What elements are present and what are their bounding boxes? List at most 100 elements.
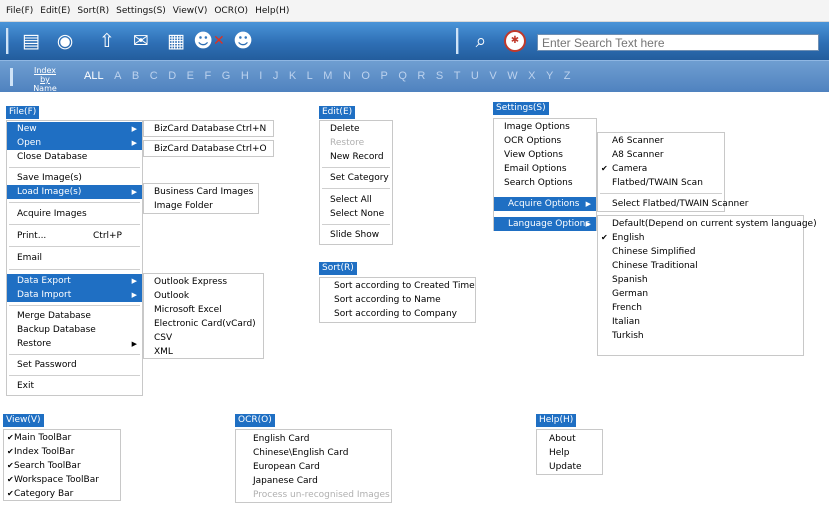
menubar-settings[interactable]: Settings(S) bbox=[116, 6, 166, 16]
menu-item-slide-show[interactable]: Slide Show bbox=[320, 228, 392, 242]
group-icon[interactable]: ☻ bbox=[228, 26, 258, 56]
menu-item-sort-created-time[interactable]: Sort according to Created Time bbox=[320, 279, 475, 293]
menu-item-open[interactable]: Open ▶ bbox=[7, 136, 142, 150]
menu-item-a8-scanner[interactable]: A8 Scanner bbox=[598, 148, 724, 162]
menu-item-email-options[interactable]: Email Options bbox=[494, 162, 596, 176]
menu-item-select-flatbed-scanner[interactable]: Select Flatbed/TWAIN Scanner bbox=[598, 197, 748, 211]
export-icon[interactable]: ✉ bbox=[126, 26, 156, 56]
menu-item-language-french[interactable]: French bbox=[598, 301, 803, 315]
menu-item-data-import[interactable]: Data Import ▶ bbox=[7, 288, 142, 302]
edit-menu-title[interactable]: Edit(E) bbox=[319, 106, 356, 119]
index-letter-w[interactable]: W bbox=[507, 70, 517, 82]
menu-item-search-toolbar[interactable]: ✔ Search ToolBar bbox=[4, 459, 120, 473]
menu-item-open-bizcard-database[interactable]: BizCard Database Ctrl+O bbox=[144, 142, 273, 156]
menubar-edit[interactable]: Edit(E) bbox=[40, 6, 70, 16]
scan-card-icon[interactable]: ▤ bbox=[16, 26, 46, 56]
index-letter-l[interactable]: L bbox=[307, 70, 313, 82]
index-letter-c[interactable]: C bbox=[150, 70, 158, 82]
sort-menu-title[interactable]: Sort(R) bbox=[319, 262, 357, 275]
index-letter-all[interactable]: ALL bbox=[84, 70, 104, 82]
menu-item-outlook[interactable]: Outlook bbox=[144, 289, 263, 303]
file-menu-title[interactable]: File(F) bbox=[6, 106, 40, 119]
index-by-name-link[interactable]: Index by Name bbox=[30, 66, 60, 93]
menu-item-close-database[interactable]: Close Database bbox=[7, 150, 142, 164]
menubar-ocr[interactable]: OCR(O) bbox=[214, 6, 248, 16]
index-letter-r[interactable]: R bbox=[417, 70, 425, 82]
menu-item-language-german[interactable]: German bbox=[598, 287, 803, 301]
index-letter-e[interactable]: E bbox=[187, 70, 194, 82]
menu-item-about[interactable]: About bbox=[537, 432, 602, 446]
menu-item-english-card[interactable]: English Card bbox=[236, 432, 391, 446]
menu-item-xml[interactable]: XML bbox=[144, 345, 263, 359]
menu-item-european-card[interactable]: European Card bbox=[236, 460, 391, 474]
index-letter-f[interactable]: F bbox=[205, 70, 212, 82]
menu-item-ocr-options[interactable]: OCR Options bbox=[494, 134, 596, 148]
menu-item-outlook-express[interactable]: Outlook Express bbox=[144, 275, 263, 289]
menu-item-print[interactable]: Print... Ctrl+P bbox=[7, 229, 142, 243]
menu-item-delete[interactable]: Delete bbox=[320, 122, 392, 136]
menu-item-language-chinese-simplified[interactable]: Chinese Simplified bbox=[598, 245, 803, 259]
search-icon[interactable]: ⌕ bbox=[466, 26, 496, 56]
menu-item-save-images[interactable]: Save Image(s) bbox=[7, 171, 142, 185]
menu-item-exit[interactable]: Exit bbox=[7, 379, 142, 393]
menu-item-view-options[interactable]: View Options bbox=[494, 148, 596, 162]
menu-item-image-options[interactable]: Image Options bbox=[494, 120, 596, 134]
menu-item-japanese-card[interactable]: Japanese Card bbox=[236, 474, 391, 488]
settings-menu-title[interactable]: Settings(S) bbox=[493, 102, 549, 115]
menu-item-email[interactable]: Email bbox=[7, 251, 142, 265]
menu-item-index-toolbar[interactable]: ✔ Index ToolBar bbox=[4, 445, 120, 459]
menu-item-search-options[interactable]: Search Options bbox=[494, 176, 596, 190]
menubar-view[interactable]: View(V) bbox=[173, 6, 208, 16]
menubar-file[interactable]: File(F) bbox=[6, 6, 33, 16]
menu-item-csv[interactable]: CSV bbox=[144, 331, 263, 345]
index-letter-b[interactable]: B bbox=[132, 70, 139, 82]
index-letter-o[interactable]: O bbox=[361, 70, 370, 82]
index-letter-m[interactable]: M bbox=[323, 70, 332, 82]
menu-item-merge-database[interactable]: Merge Database bbox=[7, 309, 142, 323]
menu-item-workspace-toolbar[interactable]: ✔ Workspace ToolBar bbox=[4, 473, 120, 487]
menu-item-select-none[interactable]: Select None bbox=[320, 207, 392, 221]
card-view-icon[interactable]: ▦ bbox=[161, 26, 191, 56]
menu-item-vcard[interactable]: Electronic Card(vCard) bbox=[144, 317, 263, 331]
menu-item-backup-database[interactable]: Backup Database bbox=[7, 323, 142, 337]
menu-item-category-bar[interactable]: ✔ Category Bar bbox=[4, 487, 120, 501]
menu-item-set-category[interactable]: Set Category bbox=[320, 171, 392, 185]
menu-item-language-turkish[interactable]: Turkish bbox=[598, 329, 803, 343]
menu-item-language-options[interactable]: Language Options ▶ bbox=[494, 217, 596, 231]
menu-item-language-english[interactable]: ✔ English bbox=[598, 231, 803, 245]
menu-item-restore-record[interactable]: Restore bbox=[320, 136, 392, 150]
ocr-menu-title[interactable]: OCR(O) bbox=[235, 414, 275, 427]
menu-item-process-unrecognised[interactable]: Process un-recognised Images bbox=[236, 488, 391, 502]
menu-item-load-images[interactable]: Load Image(s) ▶ bbox=[7, 185, 142, 199]
menu-item-image-folder[interactable]: Image Folder bbox=[144, 199, 258, 213]
index-letter-h[interactable]: H bbox=[241, 70, 249, 82]
search-input[interactable] bbox=[537, 34, 819, 51]
menu-item-sort-company[interactable]: Sort according to Company bbox=[320, 307, 475, 321]
index-letter-a[interactable]: A bbox=[114, 70, 121, 82]
menu-item-a6-scanner[interactable]: A6 Scanner bbox=[598, 134, 724, 148]
index-letter-x[interactable]: X bbox=[528, 70, 535, 82]
index-letter-t[interactable]: T bbox=[454, 70, 461, 82]
import-icon[interactable]: ⇧ bbox=[92, 26, 122, 56]
index-letter-z[interactable]: Z bbox=[564, 70, 571, 82]
menu-item-microsoft-excel[interactable]: Microsoft Excel bbox=[144, 303, 263, 317]
index-letter-p[interactable]: P bbox=[380, 70, 387, 82]
index-letter-q[interactable]: Q bbox=[398, 70, 407, 82]
index-letter-g[interactable]: G bbox=[222, 70, 231, 82]
index-letter-i[interactable]: I bbox=[259, 70, 262, 82]
indexbar-grip[interactable] bbox=[10, 68, 13, 86]
menu-item-language-italian[interactable]: Italian bbox=[598, 315, 803, 329]
menu-item-language-spanish[interactable]: Spanish bbox=[598, 273, 803, 287]
index-letter-u[interactable]: U bbox=[471, 70, 479, 82]
menu-item-help[interactable]: Help bbox=[537, 446, 602, 460]
menu-item-select-all[interactable]: Select All bbox=[320, 193, 392, 207]
toolbar-grip-2[interactable] bbox=[456, 28, 459, 54]
index-letter-k[interactable]: K bbox=[289, 70, 296, 82]
menu-item-set-password[interactable]: Set Password bbox=[7, 358, 142, 372]
menu-item-new-bizcard-database[interactable]: BizCard Database Ctrl+N bbox=[144, 122, 273, 136]
delete-contact-icon[interactable]: ☻ ✕ bbox=[193, 26, 225, 56]
menu-item-new-record[interactable]: New Record bbox=[320, 150, 392, 164]
menu-item-main-toolbar[interactable]: ✔ Main ToolBar bbox=[4, 431, 120, 445]
index-letter-j[interactable]: J bbox=[273, 70, 279, 82]
help-menu-title[interactable]: Help(H) bbox=[536, 414, 577, 427]
